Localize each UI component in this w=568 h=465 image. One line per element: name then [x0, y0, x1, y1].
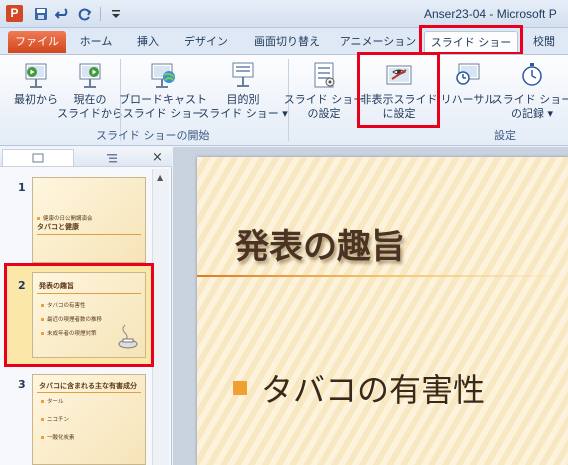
- from-beginning-button[interactable]: 最初から: [10, 59, 62, 107]
- tab-design[interactable]: デザイン: [176, 31, 236, 53]
- tab-review[interactable]: 校閲: [526, 31, 562, 53]
- bullet-marker: [233, 381, 247, 395]
- pane-header: ×: [0, 147, 172, 167]
- setup-show-icon: [308, 59, 340, 91]
- thumb-bullet: 一酸化炭素: [41, 433, 75, 441]
- custom-show-label-1: 目的別: [226, 93, 260, 106]
- rehearse-icon: [452, 59, 484, 91]
- record-slide-show-button[interactable]: スライド ショー の記録 ▾: [492, 59, 568, 121]
- outline-tab[interactable]: [76, 149, 148, 166]
- record-icon: [516, 59, 548, 91]
- thumb-title: タバコに含まれる主な有害成分: [39, 382, 137, 390]
- slide-title-rule: [197, 275, 568, 277]
- custom-slide-show-button[interactable]: 目的別 スライド ショー ▾: [198, 59, 288, 121]
- rehearse-timings-button[interactable]: リハーサル: [440, 59, 496, 107]
- group-label-setup: 設定: [494, 129, 516, 142]
- current-slide[interactable]: 発表の趣旨 タバコの有害性: [197, 157, 568, 465]
- slides-tab-icon: [32, 153, 44, 163]
- record-label-2: の記録 ▾: [510, 107, 554, 120]
- quick-access-toolbar: [32, 6, 125, 22]
- from-current-slide-button[interactable]: 現在の スライドから: [57, 59, 123, 121]
- qat-separator: [100, 7, 101, 21]
- slide-bullet-text: タバコの有害性: [261, 371, 486, 409]
- thumbnail-number: 1: [18, 181, 26, 194]
- slides-tab[interactable]: [2, 149, 74, 166]
- thumbnail-number: 3: [18, 378, 26, 391]
- slide-thumbnail-1[interactable]: 健康の日公開講演会 タバコと健康: [32, 177, 146, 263]
- broadcast-slide-show-button[interactable]: ブロードキャスト スライド ショー: [119, 59, 207, 121]
- setup-slide-show-button[interactable]: スライド ショー の設定: [284, 59, 364, 121]
- tab-home[interactable]: ホーム: [72, 31, 120, 53]
- custom-show-label-2: スライド ショー ▾: [198, 107, 288, 120]
- pane-scrollbar[interactable]: ▲: [152, 169, 169, 465]
- redo-icon[interactable]: [76, 6, 94, 22]
- close-pane-icon[interactable]: ×: [152, 150, 163, 165]
- from-beginning-icon: [20, 59, 52, 91]
- broadcast-label-1: ブロードキャスト: [119, 93, 207, 106]
- record-label-1: スライド ショー: [491, 93, 568, 106]
- thumb-title: タバコと健康: [37, 223, 79, 231]
- from-current-label-2: スライドから: [57, 107, 123, 120]
- thumb-bullet: タール: [41, 397, 64, 405]
- from-beginning-label-1: 最初から: [14, 93, 58, 106]
- slide-title[interactable]: 発表の趣旨: [235, 219, 405, 268]
- outline-tab-icon: [107, 153, 117, 162]
- tab-file[interactable]: ファイル: [8, 31, 66, 53]
- save-icon[interactable]: [32, 6, 50, 22]
- undo-icon[interactable]: [54, 6, 72, 22]
- rehearse-label-1: リハーサル: [440, 93, 496, 106]
- scroll-up-icon[interactable]: ▲: [157, 173, 163, 182]
- title-bar: P Anser23-04 - Microsoft P: [0, 0, 568, 28]
- ribbon-panel: 最初から 現在の スライドから ブロードキャスト スライド ショー 目的別 スラ…: [0, 54, 568, 146]
- from-current-label-1: 現在の: [73, 93, 107, 106]
- tab-insert[interactable]: 挿入: [128, 31, 168, 53]
- customize-icon[interactable]: [107, 6, 125, 22]
- thumb-rule: [37, 234, 141, 235]
- powerpoint-app-icon[interactable]: P: [6, 5, 23, 22]
- thumb-subtitle: 健康の日公開講演会: [37, 214, 93, 222]
- window-title: Anser23-04 - Microsoft P: [424, 7, 557, 21]
- broadcast-label-2: スライド ショー: [122, 107, 204, 120]
- from-current-slide-icon: [74, 59, 106, 91]
- broadcast-icon: [147, 59, 179, 91]
- tab-animations[interactable]: アニメーション: [338, 31, 418, 53]
- tab-transitions[interactable]: 画面切り替え: [244, 31, 330, 53]
- thumb-bullet: ニコチン: [41, 415, 69, 423]
- custom-show-icon: [227, 59, 259, 91]
- slide-2-highlight: [4, 263, 154, 367]
- slide-thumbnail-3[interactable]: タバコに含まれる主な有害成分 タール ニコチン 一酸化炭素: [32, 374, 146, 465]
- setup-show-label-2: の設定: [307, 107, 341, 120]
- slideshow-tab-highlight: [419, 25, 523, 55]
- group-label-start: スライド ショーの開始: [96, 129, 210, 142]
- slide-bullet-item[interactable]: タバコの有害性: [233, 365, 485, 411]
- slide-editing-area: 発表の趣旨 タバコの有害性: [173, 147, 568, 465]
- setup-show-label-1: スライド ショー: [283, 93, 365, 106]
- hide-slide-button-highlight: [357, 52, 440, 128]
- thumb-rule: [37, 392, 141, 393]
